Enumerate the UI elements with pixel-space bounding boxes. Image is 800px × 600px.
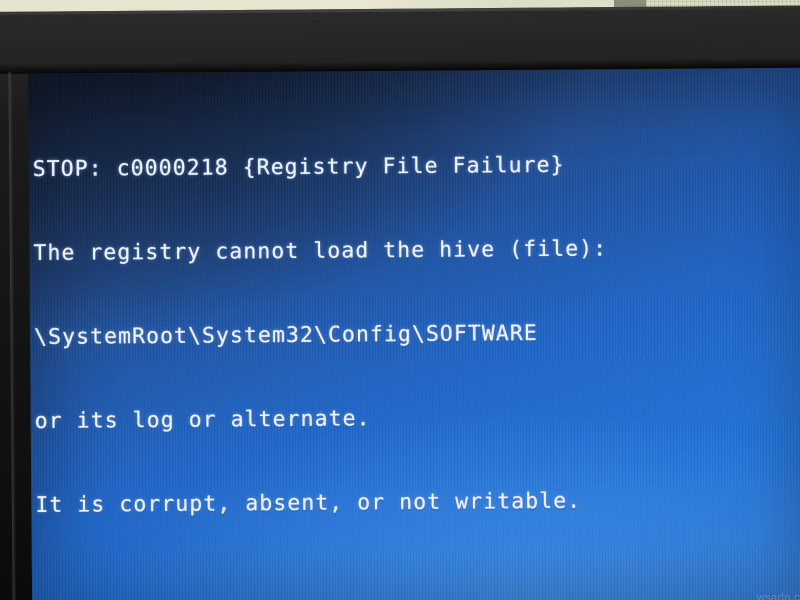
bsod-message: STOP: c0000218 {Registry File Failure} T… (32, 95, 614, 600)
bsod-error-line: It is corrupt, absent, or not writable. (35, 488, 582, 518)
bsod-error-line: or its log or alternate. (34, 406, 371, 434)
monitor-screen: STOP: c0000218 {Registry File Failure} T… (28, 67, 800, 600)
bsod-error-line: \SystemRoot\System32\Config\SOFTWARE (33, 321, 538, 350)
bsod-photograph: STOP: c0000218 {Registry File Failure} T… (0, 0, 800, 600)
bezel-left-groove (8, 71, 17, 600)
watermark: wsadn.com (756, 591, 800, 600)
bsod-error-line: STOP: c0000218 {Registry File Failure} (32, 152, 565, 182)
bsod-error-line: The registry cannot load the hive (file)… (33, 236, 608, 266)
